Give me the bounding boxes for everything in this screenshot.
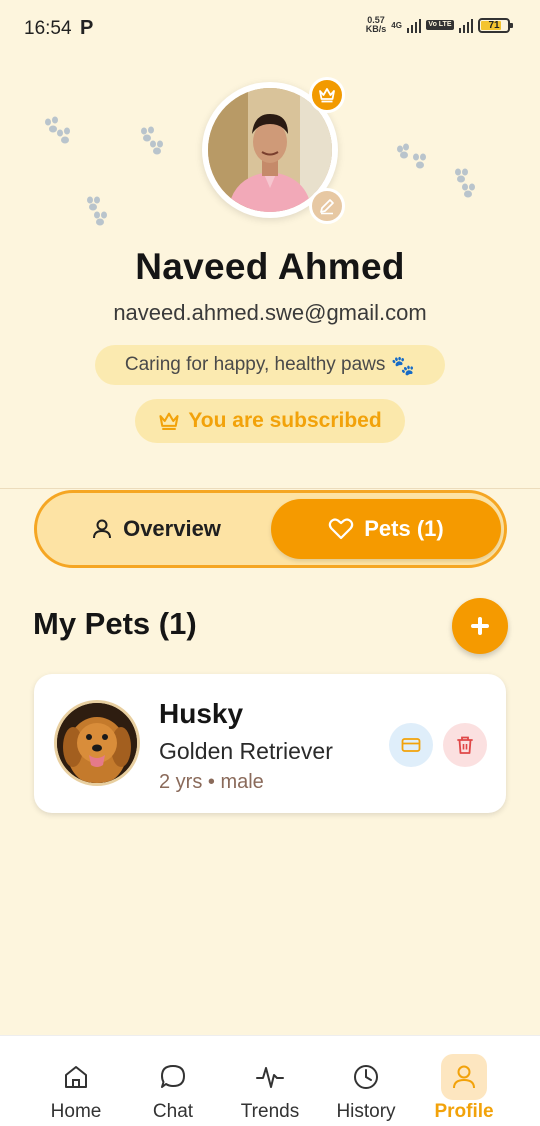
- bio-text: Caring for happy, healthy paws: [124, 354, 386, 375]
- premium-crown-badge: [309, 77, 345, 113]
- pet-name: Husky: [159, 698, 244, 729]
- subscription-text: You are subscribed: [188, 409, 382, 432]
- nav-home[interactable]: Home: [31, 1036, 121, 1126]
- user-icon: [93, 519, 112, 539]
- paw-decoration-icon: [45, 116, 70, 144]
- dog-photo-icon: [57, 703, 137, 783]
- crown-icon: [319, 88, 335, 103]
- profile-screen: 16:54 P 0.57 KB/s 4G Vo LTE 71 Naveed Ah…: [0, 0, 540, 1126]
- bio-pill: Caring for happy, healthy paws 🐾: [95, 345, 445, 385]
- history-icon: [354, 1065, 378, 1089]
- battery-icon: 71: [478, 17, 513, 33]
- nav-profile-label: Profile: [434, 1101, 494, 1122]
- trends-icon: [256, 1067, 284, 1088]
- pet-card-button[interactable]: [389, 723, 433, 767]
- paw-decoration-icon: [455, 168, 475, 198]
- plus-icon: [471, 617, 489, 635]
- add-pet-button[interactable]: [452, 598, 508, 654]
- pencil-icon: [320, 199, 334, 215]
- battery-level: 71: [488, 19, 500, 31]
- tab-pets[interactable]: Pets (1): [271, 499, 501, 559]
- nav-home-label: Home: [50, 1101, 102, 1122]
- volte-icon: Vo LTE: [426, 20, 454, 30]
- tab-pets-label: Pets (1): [364, 516, 444, 541]
- net-speed: 0.57 KB/s: [365, 15, 387, 34]
- heart-icon: [329, 518, 354, 540]
- status-time: 16:54: [24, 18, 72, 39]
- paw-decoration-icon: [397, 143, 426, 169]
- bottom-navigation: Home Chat Trends History Profile: [0, 1035, 540, 1126]
- home-icon: [65, 1066, 87, 1088]
- nav-history-label: History: [336, 1101, 396, 1122]
- my-pets-title: My Pets (1): [33, 606, 197, 641]
- nav-chat-label: Chat: [152, 1101, 194, 1122]
- signal-icon-2: [458, 17, 473, 33]
- nav-history[interactable]: History: [321, 1036, 411, 1126]
- tab-overview-label: Overview: [123, 516, 221, 541]
- edit-avatar-button[interactable]: [309, 188, 345, 224]
- delete-pet-button[interactable]: [443, 723, 487, 767]
- crown-icon: [159, 412, 179, 430]
- pet-card[interactable]: Husky Golden Retriever 2 yrs • male: [34, 674, 506, 813]
- card-icon: [401, 738, 421, 752]
- status-icons: 0.57 KB/s 4G Vo LTE 71: [365, 15, 513, 34]
- network-type: 4G: [391, 20, 402, 30]
- profile-icon: [453, 1065, 475, 1089]
- paw-emoji-icon: 🐾: [391, 354, 416, 377]
- profile-tabs: Overview Pets (1): [34, 490, 507, 568]
- nav-trends-label: Trends: [240, 1101, 300, 1122]
- subscription-badge: You are subscribed: [135, 399, 405, 443]
- trash-icon: [457, 736, 473, 754]
- paw-decoration-icon: [87, 196, 107, 226]
- pet-age-gender: 2 yrs • male: [159, 771, 264, 793]
- status-bar: 16:54 P 0.57 KB/s 4G Vo LTE 71: [0, 0, 540, 56]
- nav-chat[interactable]: Chat: [128, 1036, 218, 1126]
- chat-icon: [161, 1065, 185, 1088]
- nav-trends[interactable]: Trends: [225, 1036, 315, 1126]
- pet-avatar: [54, 700, 140, 786]
- nav-profile[interactable]: Profile: [419, 1036, 509, 1126]
- profile-name: Naveed Ahmed: [135, 246, 405, 287]
- paw-decoration-icon: [141, 126, 163, 155]
- divider: [0, 488, 540, 489]
- profile-email: naveed.ahmed.swe@gmail.com: [113, 300, 427, 325]
- tab-overview[interactable]: Overview: [43, 499, 269, 559]
- signal-icon: [406, 17, 422, 33]
- carrier-notification-icon: P: [80, 17, 94, 39]
- pet-breed: Golden Retriever: [159, 738, 333, 764]
